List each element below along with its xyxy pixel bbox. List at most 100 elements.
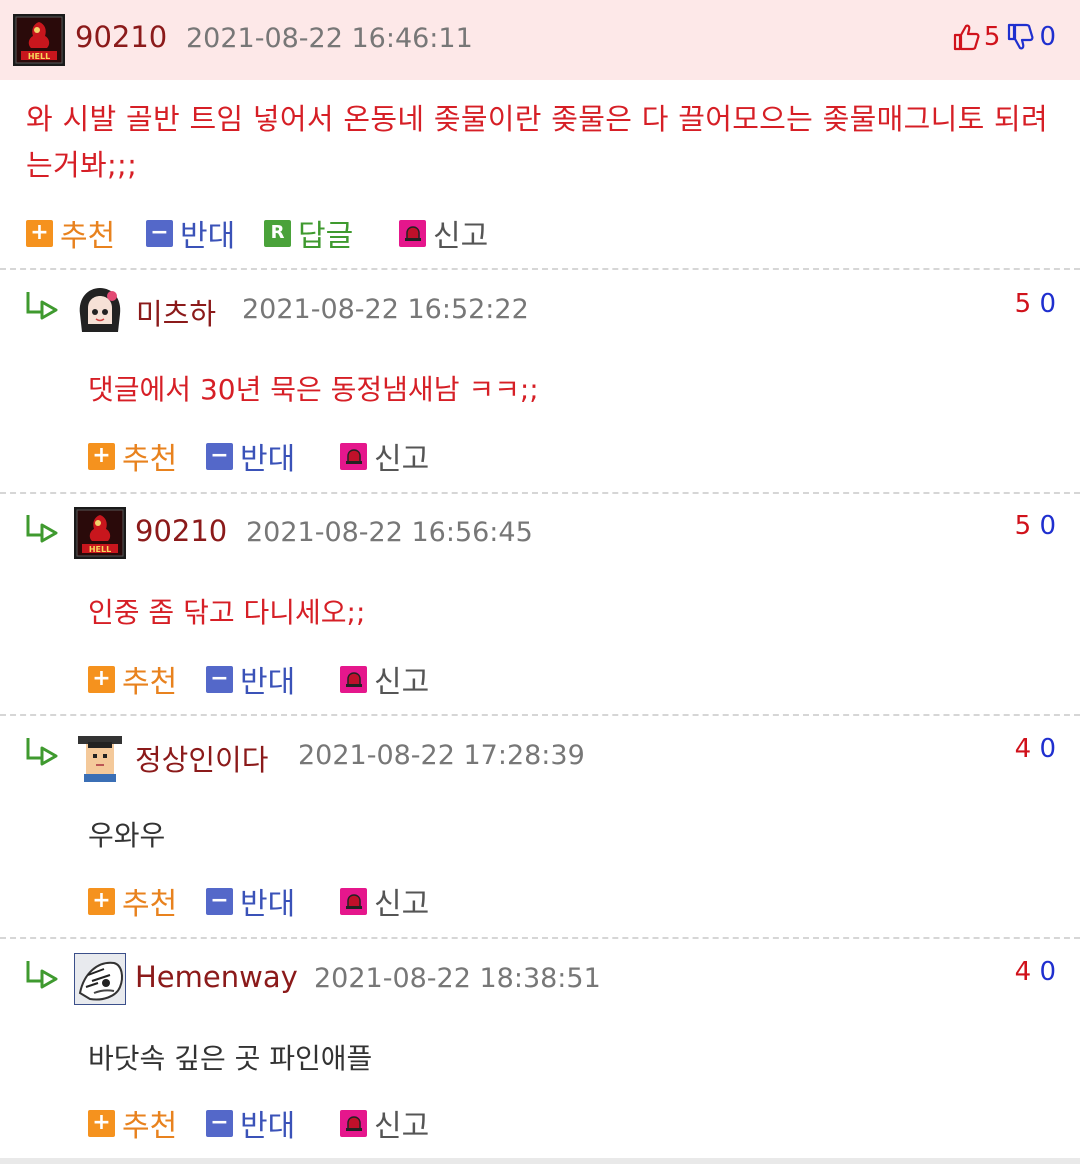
- recommend-label: 추천: [122, 1109, 178, 1144]
- oppose-label: 반대: [240, 665, 296, 700]
- commenter-avatar[interactable]: [74, 284, 126, 336]
- commenter-avatar[interactable]: HELL: [74, 507, 126, 559]
- comment-votes: 4 0: [1015, 957, 1056, 987]
- comment-upvote-count: 4: [1014, 734, 1032, 764]
- divider: [0, 937, 1080, 939]
- recommend-button[interactable]: + 추천: [88, 1103, 178, 1144]
- plus-icon: +: [88, 887, 115, 915]
- oppose-label: 반대: [240, 1109, 296, 1144]
- report-button[interactable]: 신고: [340, 436, 430, 477]
- report-label: 신고: [374, 887, 430, 922]
- comment-downvote-count: 0: [1039, 734, 1056, 764]
- recommend-button[interactable]: + 추천: [88, 436, 178, 477]
- comment-downvote-count: 0: [1039, 289, 1056, 319]
- oppose-label: 반대: [180, 219, 236, 254]
- report-label: 신고: [374, 442, 430, 477]
- recommend-button[interactable]: + 추천: [88, 881, 178, 922]
- report-label: 신고: [433, 219, 489, 254]
- comment-text: 우와우: [88, 819, 166, 852]
- recommend-button[interactable]: + 추천: [88, 659, 178, 700]
- graduate-avatar-icon: [74, 730, 126, 782]
- comment-text: 바닷속 깊은 곳 파인애플: [88, 1042, 373, 1075]
- divider: [0, 714, 1080, 716]
- comment-author[interactable]: 정상인이다: [135, 737, 268, 779]
- author-avatar[interactable]: HELL: [13, 14, 65, 66]
- bottom-border: [0, 1158, 1080, 1164]
- siren-icon: [340, 1109, 367, 1137]
- hell-avatar-icon: HELL: [13, 14, 65, 66]
- recommend-label: 추천: [122, 442, 178, 477]
- comment-upvote-count: 5: [1014, 511, 1032, 541]
- oppose-button[interactable]: − 반대: [146, 213, 236, 254]
- minus-icon: −: [206, 665, 233, 693]
- siren-icon: [340, 442, 367, 470]
- commenter-avatar[interactable]: [74, 953, 126, 1005]
- oppose-button[interactable]: − 반대: [206, 1103, 296, 1144]
- oppose-label: 반대: [240, 887, 296, 922]
- comment-author[interactable]: 90210: [135, 514, 227, 548]
- comment-actions: + 추천 − 반대 신고: [88, 659, 448, 700]
- recommend-label: 추천: [60, 219, 116, 254]
- report-button[interactable]: 신고: [340, 1103, 430, 1144]
- comment-author[interactable]: 미츠하: [136, 291, 216, 333]
- comment-actions: + 추천 − 반대 신고: [88, 436, 448, 477]
- oppose-button[interactable]: − 반대: [206, 436, 295, 477]
- thumbs-up-icon: [953, 24, 980, 51]
- post-content: 와 시발 골반 트임 넣어서 온동네 좆물이란 좆물은 다 끌어모으는 좆물매그…: [26, 102, 1049, 182]
- commenter-avatar[interactable]: [74, 730, 126, 782]
- post-vote-summary: 5 0: [952, 20, 1056, 54]
- post-author[interactable]: 90210: [75, 20, 167, 54]
- recommend-button[interactable]: + 추천: [26, 213, 116, 254]
- anime-girl-avatar-icon: [74, 284, 126, 336]
- comment-actions: + 추천 − 반대 신고: [88, 881, 448, 922]
- comment-text: 인중 좀 닦고 다니세오;;: [88, 596, 366, 629]
- divider: [0, 492, 1080, 494]
- comment-votes: 5 0: [1015, 511, 1056, 541]
- siren-icon: [340, 887, 367, 915]
- minus-icon: −: [206, 887, 233, 915]
- report-button[interactable]: 신고: [399, 213, 489, 254]
- oppose-button[interactable]: − 반대: [206, 659, 296, 700]
- minus-icon: −: [206, 442, 233, 470]
- minus-icon: −: [206, 1109, 233, 1137]
- post-actions: + 추천 − 반대 R 답글 신고: [26, 213, 546, 254]
- plus-icon: +: [88, 665, 115, 693]
- comment-votes: 4 0: [1015, 734, 1056, 764]
- comment-timestamp: 2021-08-22 17:28:39: [298, 740, 585, 771]
- post-timestamp: 2021-08-22 16:46:11: [186, 23, 473, 54]
- reply-button[interactable]: R 답글: [264, 213, 354, 254]
- divider: [0, 268, 1080, 270]
- sketch-face-avatar-icon: [74, 953, 126, 1005]
- oppose-button[interactable]: − 반대: [206, 881, 296, 922]
- thumbs-down-icon: [1008, 23, 1034, 50]
- plus-icon: +: [88, 442, 115, 470]
- recommend-label: 추천: [122, 665, 178, 700]
- siren-icon: [399, 219, 426, 247]
- svg-text:HELL: HELL: [28, 52, 50, 61]
- comment-downvote-count: 0: [1039, 511, 1056, 541]
- minus-icon: −: [146, 219, 173, 247]
- report-button[interactable]: 신고: [340, 881, 430, 922]
- plus-icon: +: [88, 1109, 115, 1137]
- reply-label: 답글: [298, 219, 354, 254]
- report-label: 신고: [374, 1109, 430, 1144]
- report-label: 신고: [374, 665, 430, 700]
- reply-arrow-icon: [26, 515, 58, 543]
- hell-avatar-icon: HELL: [74, 507, 126, 559]
- svg-text:HELL: HELL: [89, 545, 111, 554]
- comment-timestamp: 2021-08-22 16:52:22: [242, 294, 529, 325]
- comment-votes: 5 0: [1015, 289, 1056, 319]
- recommend-label: 추천: [122, 887, 178, 922]
- comment-timestamp: 2021-08-22 18:38:51: [314, 963, 601, 994]
- reply-arrow-icon: [26, 292, 58, 320]
- comment-downvote-count: 0: [1039, 957, 1056, 987]
- comment-upvote-count: 5: [1014, 289, 1032, 319]
- post-header: HELL 90210 2021-08-22 16:46:11 5 0: [0, 0, 1080, 80]
- post-upvote-count: 5: [983, 22, 1001, 52]
- siren-icon: [340, 665, 367, 693]
- comment-text: 댓글에서 30년 묵은 동정냄새남 ㅋㅋ;;: [88, 373, 539, 406]
- report-button[interactable]: 신고: [340, 659, 430, 700]
- comment-timestamp: 2021-08-22 16:56:45: [246, 517, 533, 548]
- plus-icon: +: [26, 219, 53, 247]
- comment-author[interactable]: Hemenway: [135, 960, 298, 994]
